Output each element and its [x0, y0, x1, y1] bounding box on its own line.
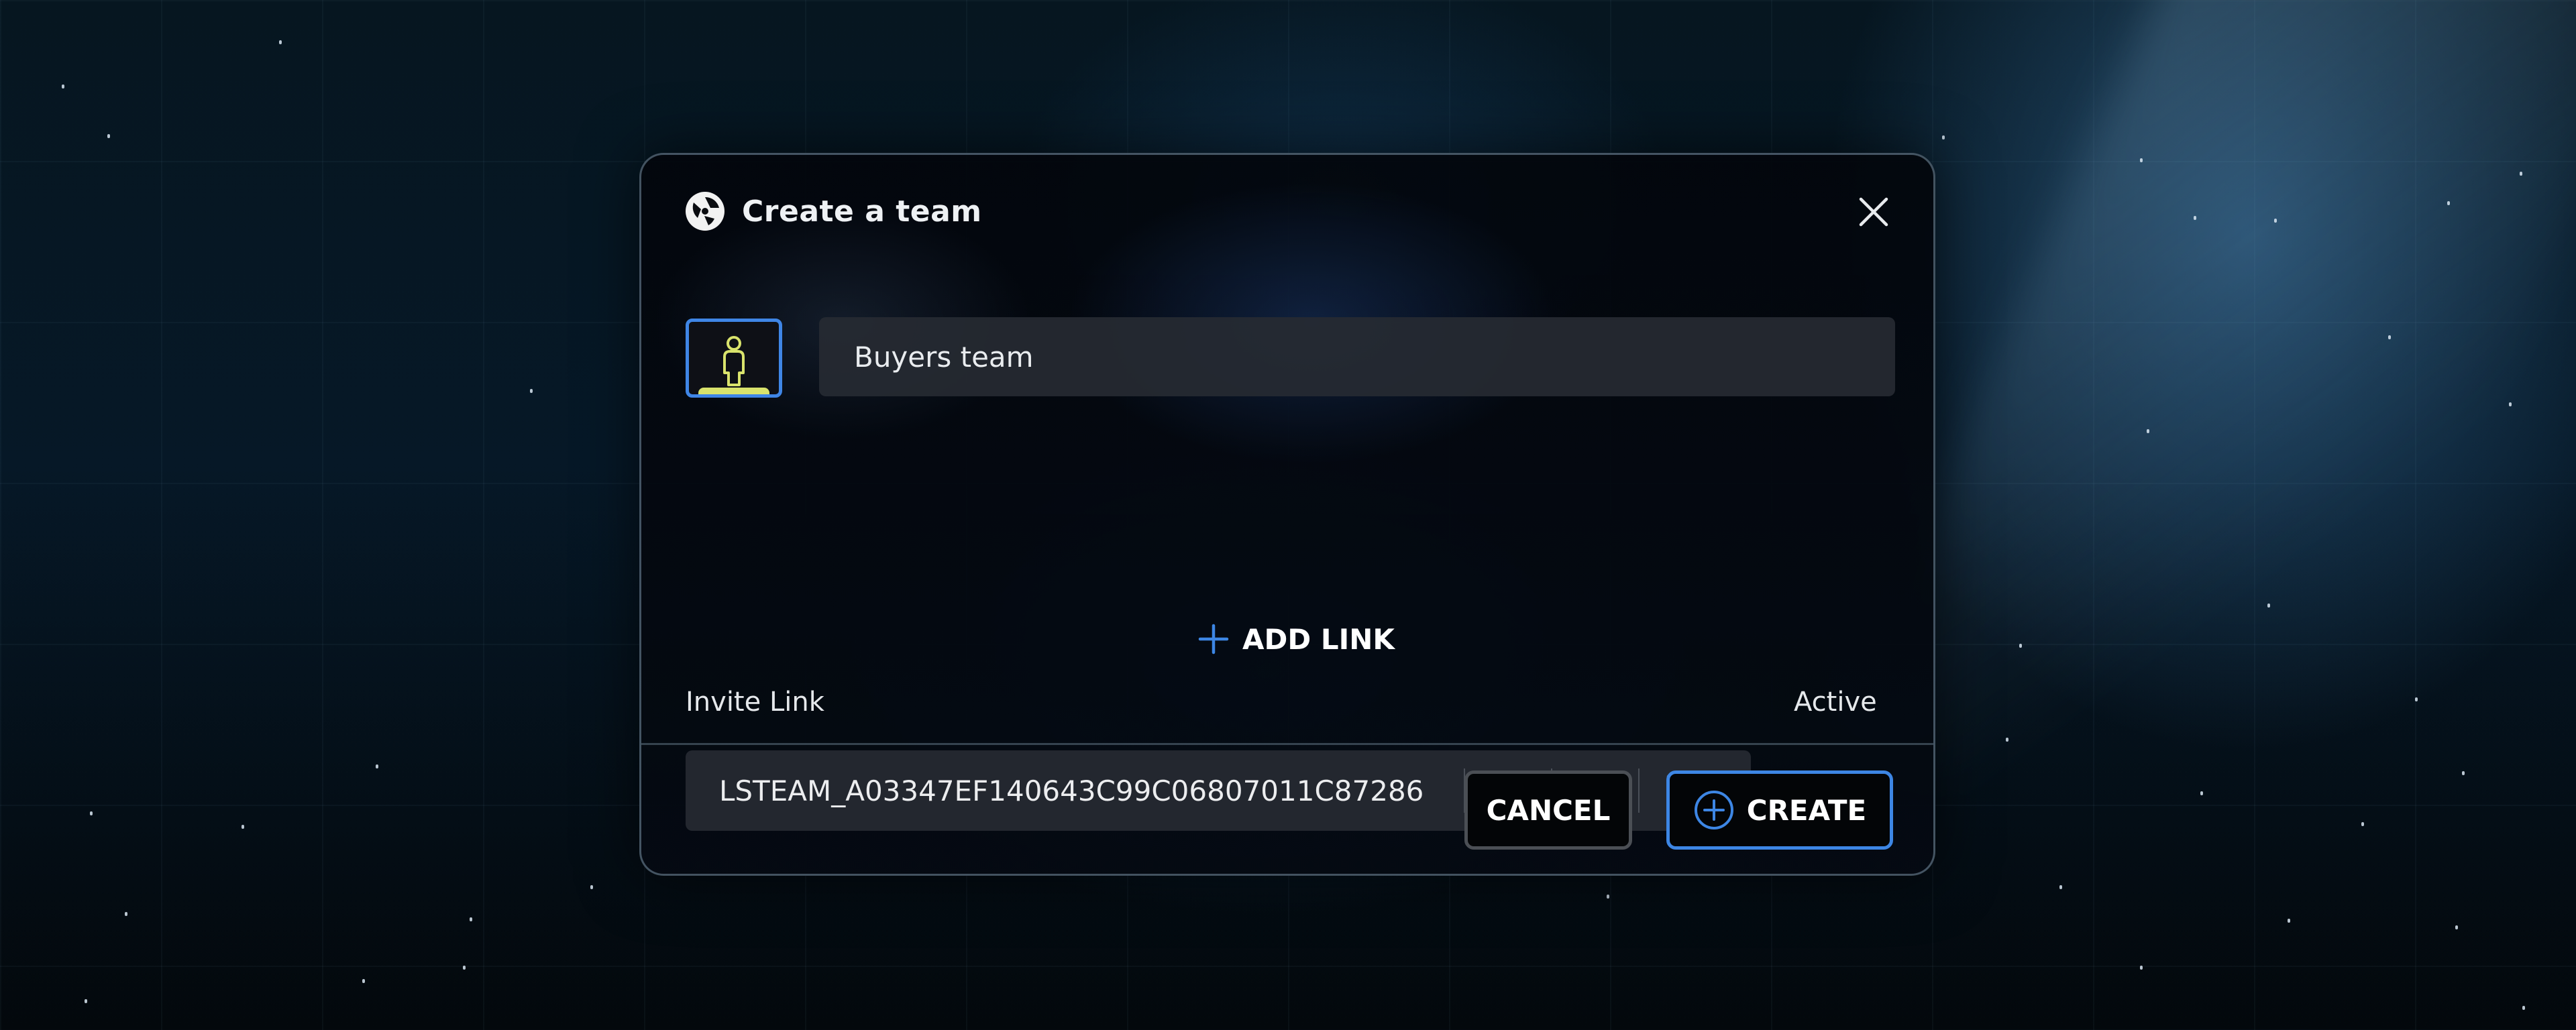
avatar-color-bar — [698, 388, 769, 394]
background-light-beam — [1828, 0, 2576, 924]
dialog-title: Create a team — [742, 194, 982, 229]
person-icon — [723, 336, 745, 386]
create-button[interactable]: CREATE — [1666, 770, 1893, 850]
plus-icon — [1198, 624, 1229, 654]
add-link-button[interactable]: ADD LINK — [1198, 618, 1395, 661]
aperture-logo-icon — [686, 192, 724, 231]
create-label: CREATE — [1746, 793, 1867, 827]
dialog-header: Create a team — [686, 184, 1893, 238]
active-label: Active — [1794, 687, 1877, 718]
close-icon — [1859, 197, 1888, 227]
cancel-label: CANCEL — [1486, 793, 1611, 827]
plus-circle-icon — [1693, 789, 1735, 831]
team-name-input[interactable]: Buyers team — [819, 317, 1895, 396]
team-avatar-button[interactable] — [686, 319, 782, 398]
create-team-dialog: Create a team Buyers team ADD LINK Invit… — [639, 153, 1935, 876]
footer-divider — [641, 743, 1933, 745]
team-name-value: Buyers team — [854, 340, 1034, 374]
invite-link-value[interactable]: LSTEAM_A03347EF140643C99C06807011C87286 — [686, 775, 1464, 807]
add-link-label: ADD LINK — [1242, 622, 1395, 656]
invite-link-label: Invite Link — [686, 687, 824, 718]
close-button[interactable] — [1854, 192, 1893, 231]
cancel-button[interactable]: CANCEL — [1464, 770, 1632, 850]
